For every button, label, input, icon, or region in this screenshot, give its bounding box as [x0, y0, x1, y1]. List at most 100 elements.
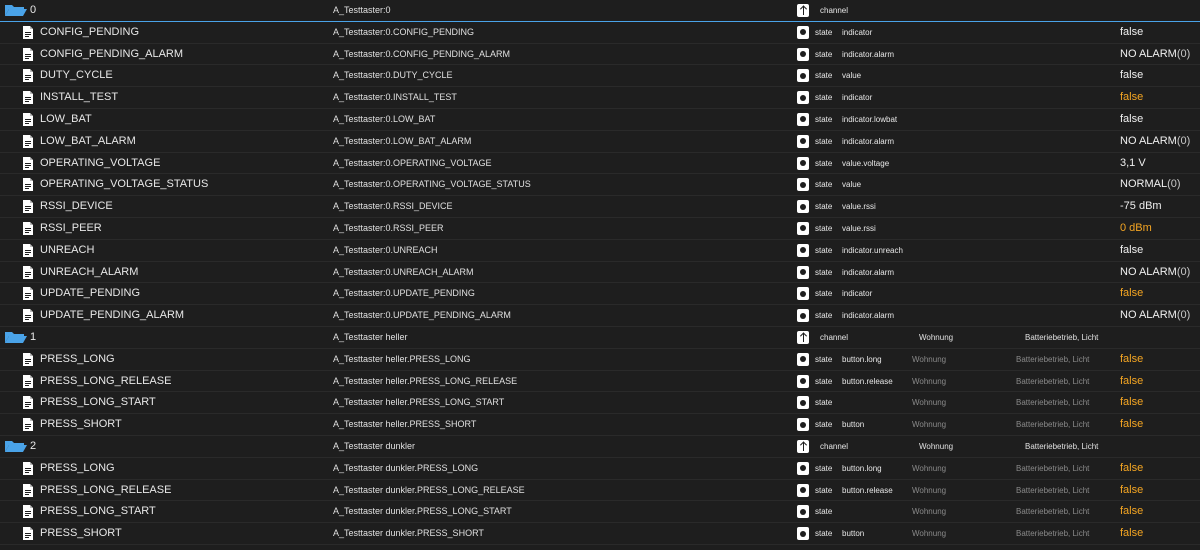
object-type: state [815, 507, 833, 517]
state-icon [797, 221, 809, 235]
tree-row-state[interactable]: UNREACH A_Testtaster:0.UNREACH state ind… [0, 240, 1200, 262]
object-value[interactable]: NO ALARM(0) [1120, 131, 1200, 152]
object-value[interactable]: NO ALARM(0) [1120, 305, 1200, 326]
value-text: false [1120, 352, 1144, 365]
object-function [1016, 196, 1116, 217]
value-text: false [1120, 243, 1144, 256]
value-text: false [1120, 91, 1144, 104]
object-value[interactable]: false [1120, 458, 1200, 479]
tree-row-state[interactable]: DUTY_CYCLE A_Testtaster:0.DUTY_CYCLE sta… [0, 65, 1200, 88]
tree-row-state[interactable]: LOW_BAT_ALARM A_Testtaster:0.LOW_BAT_ALA… [0, 131, 1200, 153]
object-value[interactable]: false [1120, 501, 1200, 522]
value-text: false [1120, 287, 1144, 300]
object-value[interactable]: false [1120, 87, 1200, 108]
object-id: A_Testtaster:0.OPERATING_VOLTAGE_STATUS [333, 179, 531, 190]
tree-row-state[interactable]: UPDATE_PENDING A_Testtaster:0.UPDATE_PEN… [0, 283, 1200, 306]
object-function: Batteriebetrieb, Licht [1025, 441, 1099, 451]
object-value[interactable]: false [1120, 65, 1200, 86]
row-icon [22, 174, 38, 195]
tree-row-state[interactable]: RSSI_DEVICE A_Testtaster:0.RSSI_DEVICE s… [0, 196, 1200, 218]
tree-row-state[interactable]: LOW_BAT A_Testtaster:0.LOW_BAT state ind… [0, 109, 1200, 131]
object-value[interactable] [1120, 327, 1200, 348]
object-value[interactable] [1120, 0, 1200, 21]
tree-row-state[interactable]: PRESS_LONG_START A_Testtaster dunkler.PR… [0, 501, 1200, 524]
object-role: button.long [842, 354, 882, 364]
object-value[interactable]: false [1120, 480, 1200, 501]
object-type: state [815, 136, 833, 146]
value-text: false [1120, 461, 1144, 474]
tree-row-state[interactable]: PRESS_LONG_START A_Testtaster heller.PRE… [0, 392, 1200, 415]
object-role: indicator [842, 93, 873, 103]
object-name: PRESS_LONG [40, 461, 115, 474]
row-icon [22, 240, 38, 261]
type-icon [797, 153, 811, 174]
tree-row-channel[interactable]: 2 A_Testtaster dunkler channel Wohnung B… [0, 435, 1200, 458]
tree-row-state[interactable]: PRESS_LONG A_Testtaster dunkler.PRESS_LO… [0, 458, 1200, 480]
tree-row-state[interactable]: OPERATING_VOLTAGE_STATUS A_Testtaster:0.… [0, 174, 1200, 197]
state-icon [797, 374, 809, 388]
tree-row-state[interactable]: CONFIG_PENDING A_Testtaster:0.CONFIG_PEN… [0, 22, 1200, 44]
file-icon [22, 352, 38, 367]
value-text: 3,1 V [1120, 156, 1146, 169]
object-name: UPDATE_PENDING_ALARM [40, 309, 185, 322]
tree-row-state[interactable]: PRESS_LONG A_Testtaster heller.PRESS_LON… [0, 349, 1200, 371]
object-value[interactable]: NORMAL(0) [1120, 174, 1200, 195]
object-name: UNREACH [40, 243, 95, 256]
object-value[interactable]: NO ALARM(0) [1120, 262, 1200, 283]
type-icon [797, 436, 811, 457]
object-function: Batteriebetrieb, Licht [1016, 398, 1090, 408]
tree-row-channel[interactable]: 1 A_Testtaster heller channel Wohnung Ba… [0, 326, 1200, 349]
object-value[interactable]: NO ALARM(0) [1120, 44, 1200, 65]
object-role: indicator.alarm [842, 136, 895, 146]
object-value[interactable]: false [1120, 283, 1200, 304]
state-icon [797, 505, 809, 519]
object-room: Wohnung [912, 420, 947, 430]
type-icon [797, 240, 811, 261]
object-id: A_Testtaster:0.INSTALL_TEST [333, 92, 457, 103]
object-value[interactable]: false [1120, 392, 1200, 413]
tree-row-state[interactable]: INSTALL_TEST A_Testtaster:0.INSTALL_TEST… [0, 87, 1200, 109]
object-role: value.voltage [842, 158, 890, 168]
tree-row-state[interactable]: UNREACH_ALARM A_Testtaster:0.UNREACH_ALA… [0, 262, 1200, 284]
value-text: false [1120, 418, 1144, 431]
value-suffix: (0) [1176, 265, 1191, 278]
object-value[interactable]: false [1120, 22, 1200, 43]
state-icon [797, 396, 809, 410]
object-id: A_Testtaster heller [333, 331, 408, 342]
object-room [919, 0, 1019, 21]
object-value[interactable]: false [1120, 371, 1200, 392]
object-room: Wohnung [912, 485, 947, 495]
object-value[interactable]: 0 dBm [1120, 218, 1200, 239]
object-id: A_Testtaster:0 [333, 5, 391, 15]
tree-row-state[interactable]: PRESS_SHORT A_Testtaster dunkler.PRESS_S… [0, 523, 1200, 545]
object-value[interactable]: 3,1 V [1120, 153, 1200, 174]
tree-row-state[interactable]: RSSI_PEER A_Testtaster:0.RSSI_PEER state… [0, 218, 1200, 240]
object-value[interactable]: false [1120, 240, 1200, 261]
object-value[interactable]: false [1120, 414, 1200, 435]
type-icon [797, 0, 811, 21]
object-room [912, 109, 1012, 130]
tree-row-state[interactable]: CONFIG_PENDING_ALARM A_Testtaster:0.CONF… [0, 44, 1200, 66]
object-value[interactable]: false [1120, 109, 1200, 130]
object-value[interactable]: false [1120, 349, 1200, 370]
tree-row-state[interactable]: OPERATING_VOLTAGE A_Testtaster:0.OPERATI… [0, 153, 1200, 175]
value-text: NO ALARM [1120, 309, 1177, 322]
state-icon [797, 112, 809, 126]
type-icon [797, 305, 811, 326]
file-icon [22, 68, 38, 83]
object-value[interactable]: false [1120, 523, 1200, 544]
tree-row-state[interactable]: UPDATE_PENDING_ALARM A_Testtaster:0.UPDA… [0, 305, 1200, 327]
tree-row-state[interactable]: PRESS_LONG_RELEASE A_Testtaster dunkler.… [0, 480, 1200, 502]
object-id: A_Testtaster:0.UNREACH [333, 244, 438, 255]
type-icon [797, 523, 811, 544]
value-text: false [1120, 527, 1144, 540]
object-value[interactable]: -75 dBm [1120, 196, 1200, 217]
object-type: state [815, 529, 833, 539]
object-value[interactable] [1120, 436, 1200, 457]
tree-row-channel[interactable]: 0 A_Testtaster:0 channel [0, 0, 1200, 22]
state-icon [797, 91, 809, 105]
tree-row-state[interactable]: PRESS_SHORT A_Testtaster heller.PRESS_SH… [0, 414, 1200, 436]
tree-row-state[interactable]: PRESS_LONG_RELEASE A_Testtaster heller.P… [0, 371, 1200, 393]
type-icon [797, 480, 811, 501]
object-role: value.rssi [842, 202, 876, 212]
